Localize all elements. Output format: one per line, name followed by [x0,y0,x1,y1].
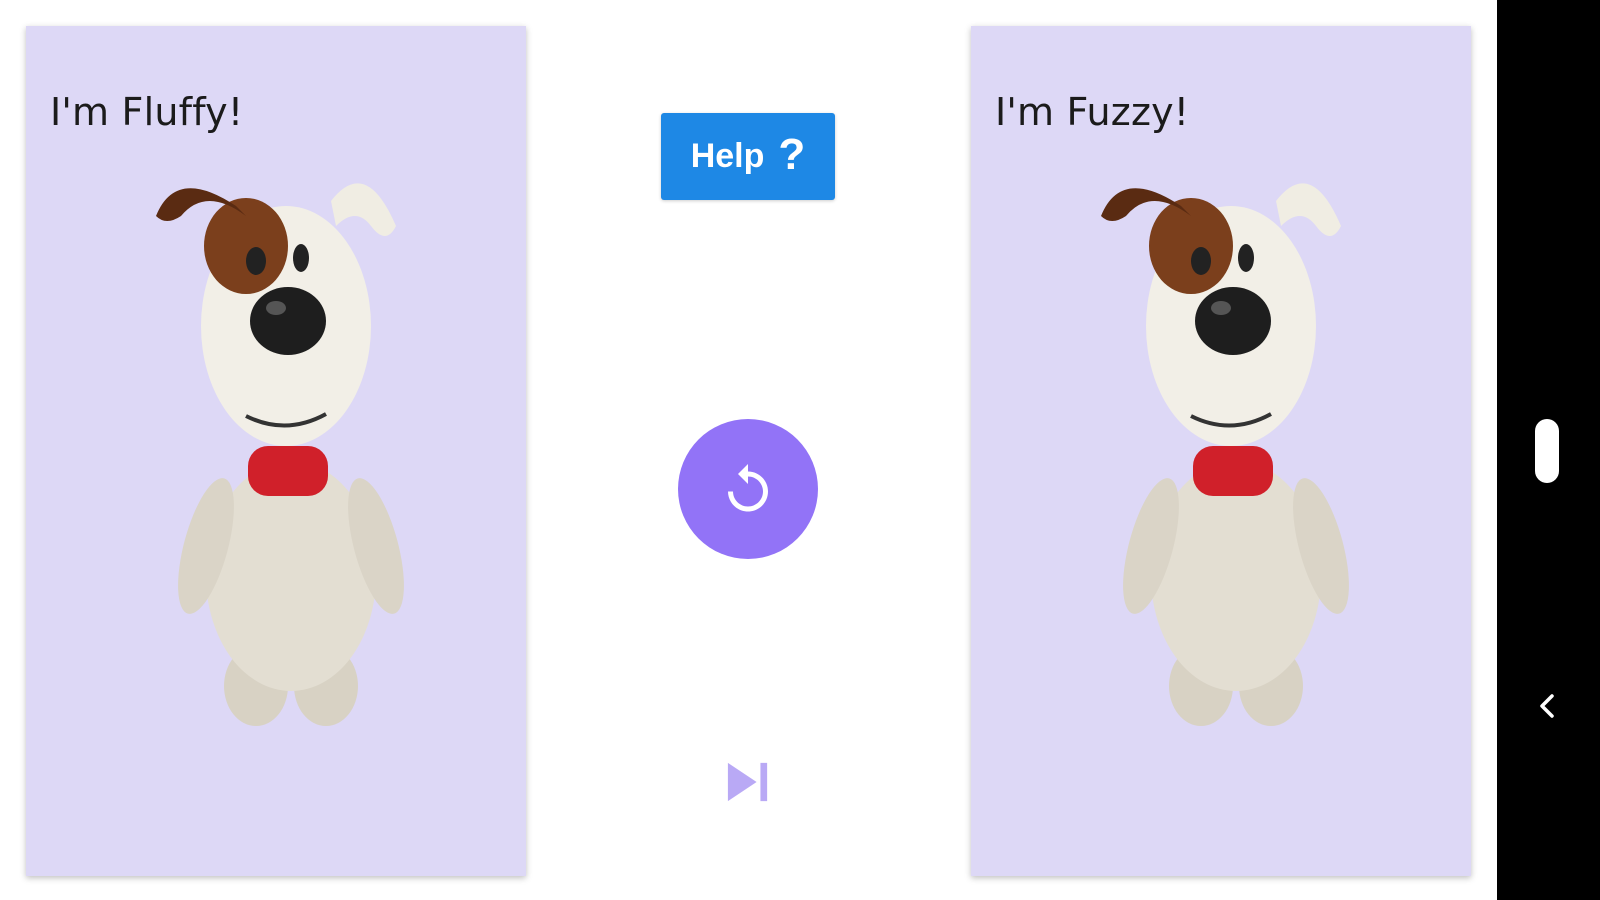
reset-button[interactable] [678,419,818,559]
screen: I'm Fluffy! Help ? I'm Fuzzy! [0,0,1600,900]
back-chevron-icon [1540,694,1554,718]
card-title: I'm Fuzzy! [995,90,1190,134]
question-mark-icon: ? [778,129,806,179]
card-title: I'm Fluffy! [50,90,244,134]
dog-image [1101,183,1349,726]
home-pill[interactable] [1535,419,1559,483]
card-fuzzy[interactable]: I'm Fuzzy! [971,26,1471,876]
back-button[interactable] [1527,686,1567,726]
app-area: I'm Fluffy! Help ? I'm Fuzzy! [0,0,1497,900]
help-label: Help [690,137,765,175]
dog-image [156,183,404,726]
skip-next-icon [727,762,768,802]
reset-icon [728,464,768,512]
help-button[interactable]: Help ? [661,113,835,200]
skip-next-button[interactable] [720,756,776,808]
card-fluffy[interactable]: I'm Fluffy! [26,26,526,876]
system-nav-bar [1497,0,1600,900]
